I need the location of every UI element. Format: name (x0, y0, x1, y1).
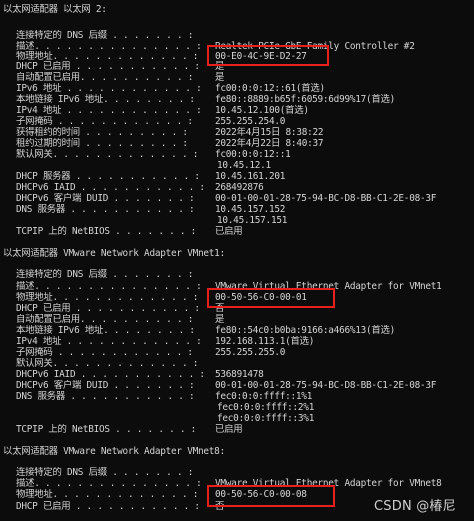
highlight-box-vmnet8-mac (207, 485, 335, 507)
adapter-header-vmnet8: 以太网适配器 VMware Network Adapter VMnet8: (3, 446, 225, 457)
output-line: TCPIP 上的 NetBIOS . . . . . . . : 已启用 (16, 226, 243, 237)
adapter-header-vmnet1: 以太网适配器 VMware Network Adapter VMnet1: (3, 248, 225, 259)
output-line: 连接特定的 DNS 后缀 . . . . . . . : (16, 269, 194, 280)
command-prompt-console[interactable]: 以太网适配器 以太网 2: 连接特定的 DNS 后缀 . . . . . . .… (0, 0, 474, 521)
csdn-watermark: CSDN @椿尼 (374, 499, 456, 514)
adapter-header-ethernet2: 以太网适配器 以太网 2: (3, 4, 107, 15)
highlight-box-ethernet2-mac (207, 45, 329, 66)
output-line: TCPIP 上的 NetBIOS . . . . . . . : 已启用 (16, 424, 243, 435)
highlight-box-vmnet1-mac (207, 288, 335, 308)
